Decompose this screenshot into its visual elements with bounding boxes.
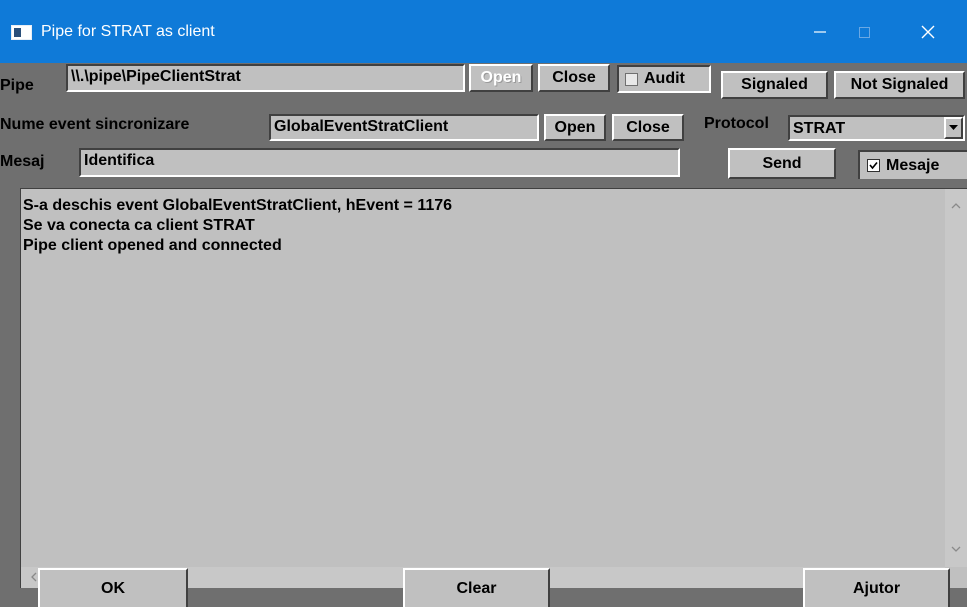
protocol-value: STRAT: [793, 120, 846, 137]
event-close-button[interactable]: Close: [612, 114, 684, 141]
title-bar[interactable]: Pipe for STRAT as client: [0, 0, 967, 63]
event-open-button[interactable]: Open: [544, 114, 606, 141]
scroll-down-icon[interactable]: [949, 542, 963, 556]
pipe-name-input[interactable]: \\.\pipe\PipeClientStrat: [66, 64, 465, 92]
log-line: Se va conecta ca client STRAT: [23, 217, 255, 234]
audit-check-box: [625, 72, 638, 86]
log-lines: S-a deschis event GlobalEventStratClient…: [23, 196, 452, 256]
log-line: S-a deschis event GlobalEventStratClient…: [23, 197, 453, 214]
pipe-open-button[interactable]: Open: [469, 64, 533, 92]
app-icon: [11, 25, 32, 40]
protocol-dropdown-button[interactable]: [944, 117, 963, 139]
message-input[interactable]: Identifica: [79, 148, 680, 177]
mesaje-checkbox[interactable]: Mesaje: [858, 150, 967, 179]
minimize-icon: [813, 31, 826, 33]
message-label: Mesaj: [0, 153, 45, 170]
pipe-label: Pipe: [0, 77, 34, 94]
mesaje-label: Mesaje: [886, 156, 940, 174]
pipe-close-button[interactable]: Close: [538, 64, 610, 92]
send-button[interactable]: Send: [728, 148, 836, 179]
window-title: Pipe for STRAT as client: [41, 23, 215, 40]
scroll-up-icon[interactable]: [949, 199, 963, 213]
dialog-body: Pipe \\.\pipe\PipeClientStrat Open Close…: [0, 63, 967, 607]
mesaje-check-box: [867, 159, 880, 172]
log-line: Pipe client opened and connected: [23, 237, 282, 254]
close-icon: [921, 25, 934, 39]
signaled-button[interactable]: Signaled: [721, 71, 828, 99]
checkmark-icon: [869, 161, 878, 170]
not-signaled-button[interactable]: Not Signaled: [834, 71, 965, 99]
audit-label: Audit: [644, 70, 685, 87]
event-name-input[interactable]: GlobalEventStratClient: [269, 114, 539, 141]
protocol-label: Protocol: [704, 115, 769, 132]
vertical-scrollbar[interactable]: [945, 189, 967, 567]
audit-checkbox[interactable]: Audit: [617, 65, 711, 93]
minimize-button[interactable]: [797, 12, 842, 52]
protocol-select[interactable]: STRAT: [788, 115, 965, 141]
log-textarea[interactable]: S-a deschis event GlobalEventStratClient…: [20, 188, 967, 588]
clear-button[interactable]: Clear: [403, 568, 550, 607]
ok-button[interactable]: OK: [38, 568, 188, 607]
help-button[interactable]: Ajutor: [803, 568, 950, 607]
maximize-icon: [859, 26, 870, 38]
maximize-button[interactable]: [842, 12, 887, 52]
close-window-button[interactable]: [905, 12, 950, 52]
chevron-down-icon: [949, 125, 958, 130]
event-label: Nume event sincronizare: [0, 116, 190, 133]
